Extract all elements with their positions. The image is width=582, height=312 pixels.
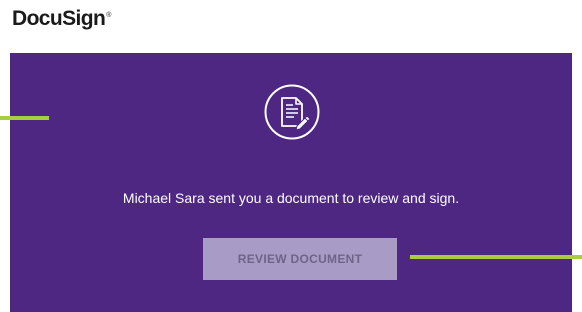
docusign-logo: DocuSign® — [12, 7, 111, 31]
accent-line-right — [410, 255, 582, 259]
notification-panel: Michael Sara sent you a document to revi… — [10, 53, 572, 312]
email-page: DocuSign® Michael Sara sent you a docume… — [0, 0, 582, 312]
document-pen-icon — [264, 84, 320, 140]
logo-text: DocuSign — [12, 7, 106, 30]
notification-message: Michael Sara sent you a document to revi… — [122, 190, 460, 206]
review-document-button[interactable]: REVIEW DOCUMENT — [203, 238, 397, 280]
logo-mark: ® — [106, 12, 111, 19]
accent-line-left — [0, 116, 49, 120]
